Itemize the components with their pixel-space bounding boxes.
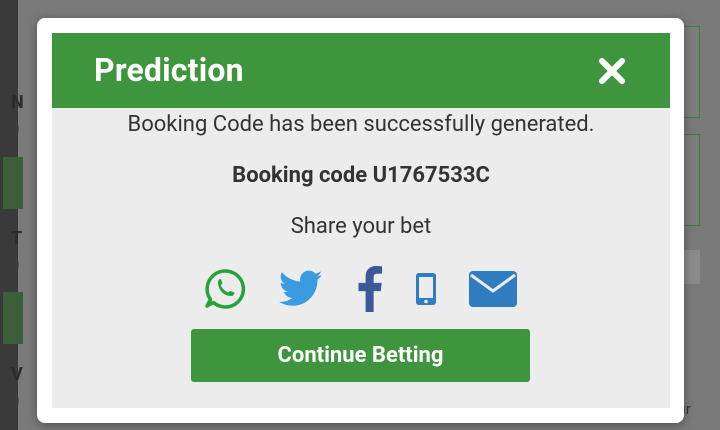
background-text-fragment: 0 xyxy=(11,392,20,410)
modal-body: Prediction Booking Code has been success… xyxy=(52,33,670,408)
background-text-fragment: 0 xyxy=(11,120,20,138)
twitter-icon xyxy=(279,270,323,306)
background-text-fragment: 0 xyxy=(11,256,20,274)
background-text-fragment: T xyxy=(11,228,23,249)
modal-title: Prediction xyxy=(94,51,244,89)
background-box xyxy=(682,134,700,226)
share-sms-button[interactable] xyxy=(413,265,439,313)
share-email-button[interactable] xyxy=(468,265,518,313)
modal-header: Prediction xyxy=(52,33,670,108)
background-green-block xyxy=(3,292,23,344)
facebook-icon xyxy=(358,266,383,312)
background-text-fragment: V xyxy=(11,364,23,385)
background-green-block xyxy=(3,157,23,209)
share-twitter-button[interactable] xyxy=(277,265,325,313)
whatsapp-icon xyxy=(205,269,246,309)
email-icon xyxy=(469,271,517,307)
success-message: Booking Code has been successfully gener… xyxy=(127,112,595,137)
mobile-phone-icon xyxy=(416,273,436,305)
booking-code: Booking code U1767533C xyxy=(232,163,490,188)
close-icon xyxy=(599,58,625,84)
share-icons-row xyxy=(52,265,670,315)
share-facebook-button[interactable] xyxy=(355,265,385,313)
prediction-modal: Prediction Booking Code has been success… xyxy=(37,18,684,423)
continue-betting-button[interactable]: Continue Betting xyxy=(191,329,530,382)
background-bar xyxy=(684,250,700,284)
share-label: Share your bet xyxy=(290,214,432,239)
background-text-fragment: N xyxy=(11,92,24,113)
share-whatsapp-button[interactable] xyxy=(202,265,248,313)
background-box xyxy=(682,26,700,118)
close-button[interactable] xyxy=(590,51,634,91)
